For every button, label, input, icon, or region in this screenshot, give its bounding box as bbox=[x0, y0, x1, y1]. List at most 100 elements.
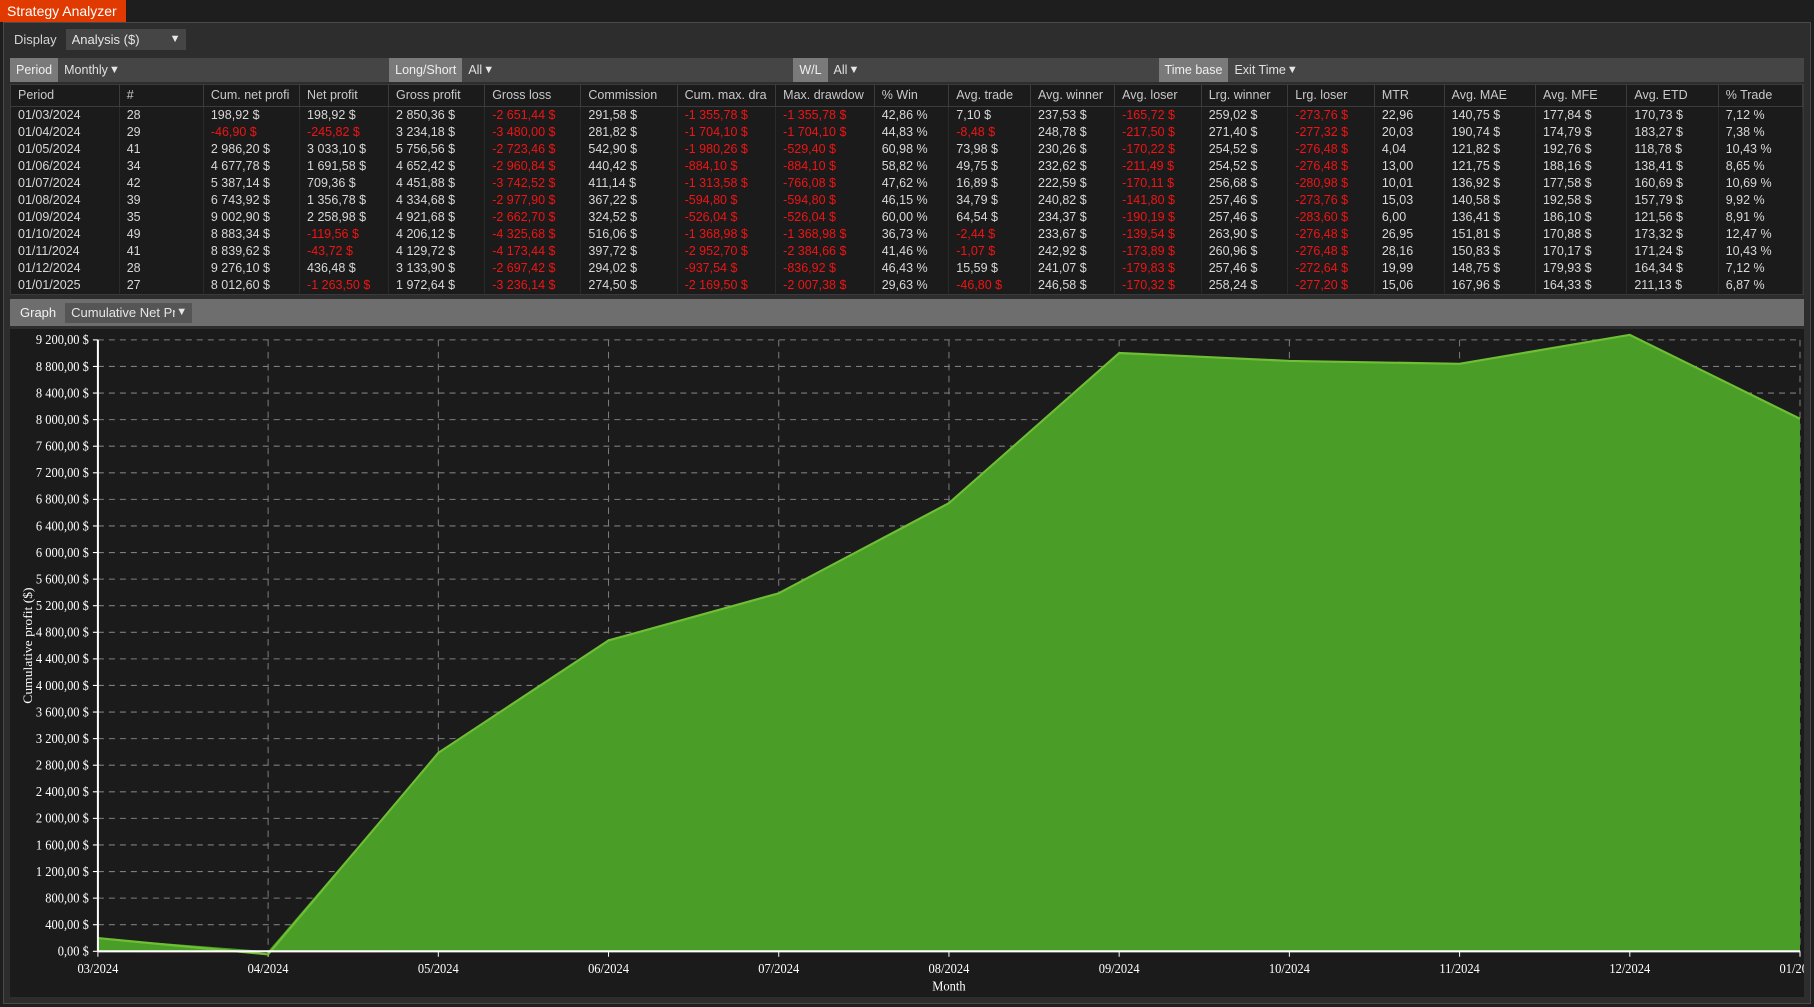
table-row[interactable]: 01/03/2024 28 198,92 $198,92 $2 850,36 $ -2… bbox=[11, 106, 1803, 124]
table-column-header-1[interactable]: # bbox=[119, 85, 204, 107]
cumulative-net-profit-chart[interactable]: 0,00 $ 400,00 $ 800,00 $ 1 200,00 $ 1 600,00… bbox=[10, 329, 1804, 997]
table-cell: -277,20 $ bbox=[1287, 277, 1375, 294]
table-cell: 294,02 $ bbox=[580, 260, 678, 277]
display-select[interactable]: Analysis ($) ▼ bbox=[65, 28, 186, 50]
window-tab-strategy-analyzer[interactable]: Strategy Analyzer bbox=[0, 0, 126, 22]
table-cell: 12,47 % bbox=[1718, 226, 1803, 243]
table-cell: 171,24 $ bbox=[1626, 243, 1719, 260]
table-body: 01/03/2024 28 198,92 $198,92 $2 850,36 $ -2… bbox=[11, 106, 1803, 294]
x-axis-tick-label: 09/2024 bbox=[1099, 961, 1140, 977]
period-select[interactable]: Monthly ▼ bbox=[58, 58, 390, 82]
table-column-header-15[interactable]: MTR bbox=[1374, 85, 1445, 107]
table-cell: 15,06 bbox=[1374, 277, 1445, 294]
table-row[interactable]: 01/08/2024 39 6 743,92 $1 356,78 $4 334,68… bbox=[11, 192, 1803, 209]
table-cell: -1 313,58 $ bbox=[677, 175, 777, 192]
table-cell: 47,62 % bbox=[874, 175, 950, 192]
x-axis-title: Month bbox=[932, 978, 966, 994]
table-column-header-11[interactable]: Avg. winner bbox=[1030, 85, 1116, 107]
table-cell: 151,81 $ bbox=[1444, 226, 1536, 243]
table-cell: -245,82 $ bbox=[299, 124, 390, 141]
table-cell: 9 276,10 $ bbox=[203, 260, 301, 277]
x-axis-tick-label: 08/2024 bbox=[929, 961, 970, 977]
timebase-select[interactable]: Exit Time ▼ bbox=[1228, 58, 1804, 82]
table-column-header-2[interactable]: Cum. net profi bbox=[203, 85, 301, 107]
table-row[interactable]: 01/06/2024 34 4 677,78 $1 691,58 $4 652,42… bbox=[11, 158, 1803, 175]
table-cell: 10,69 % bbox=[1718, 175, 1803, 192]
graph-type-select[interactable]: Cumulative Net Profit ▼ bbox=[65, 302, 193, 323]
table-column-header-17[interactable]: Avg. MFE bbox=[1535, 85, 1628, 107]
table-cell: 36,73 % bbox=[874, 226, 950, 243]
table-cell: 41 bbox=[119, 141, 204, 158]
table-column-header-14[interactable]: Lrg. loser bbox=[1287, 85, 1375, 107]
x-axis-tick-label: 05/2024 bbox=[418, 961, 459, 977]
table-column-header-13[interactable]: Lrg. winner bbox=[1201, 85, 1289, 107]
table-column-header-8[interactable]: Max. drawdow bbox=[775, 85, 875, 107]
table-row[interactable]: 01/10/2024 49 8 883,34 $ -119,56 $4 206,12 … bbox=[11, 226, 1803, 243]
table-cell: 01/04/2024 bbox=[11, 124, 120, 141]
table-cell: -594,80 $ bbox=[775, 192, 875, 209]
table-cell: -884,10 $ bbox=[677, 158, 777, 175]
table-row[interactable]: 01/09/2024 35 9 002,90 $2 258,98 $4 921,68… bbox=[11, 209, 1803, 226]
table-cell: 167,96 $ bbox=[1444, 277, 1536, 294]
y-axis-tick-label: 7 600,00 $ bbox=[36, 438, 89, 454]
table-row[interactable]: 01/07/2024 42 5 387,14 $709,36 $4 451,88 $… bbox=[11, 175, 1803, 192]
table-column-header-9[interactable]: % Win bbox=[874, 85, 950, 107]
table-cell: 64,54 $ bbox=[948, 209, 1032, 226]
display-toolbar: Display Analysis ($) ▼ bbox=[4, 23, 1810, 55]
table-cell: 01/12/2024 bbox=[11, 260, 120, 277]
table-cell: -937,54 $ bbox=[677, 260, 777, 277]
table-cell: -1 368,98 $ bbox=[677, 226, 777, 243]
table-cell: 4 677,78 $ bbox=[203, 158, 301, 175]
table-cell: 140,75 $ bbox=[1444, 106, 1536, 124]
table-cell: 9 002,90 $ bbox=[203, 209, 301, 226]
y-axis-tick-label: 6 000,00 $ bbox=[36, 544, 89, 560]
table-column-header-16[interactable]: Avg. MAE bbox=[1444, 85, 1536, 107]
table-column-header-10[interactable]: Avg. trade bbox=[948, 85, 1032, 107]
table-cell: 27 bbox=[119, 277, 204, 294]
table-cell: 01/05/2024 bbox=[11, 141, 120, 158]
table-column-header-7[interactable]: Cum. max. dra bbox=[677, 85, 777, 107]
table-cell: -173,89 $ bbox=[1114, 243, 1202, 260]
table-row[interactable]: 01/05/2024 41 2 986,20 $3 033,10 $5 756,56… bbox=[11, 141, 1803, 158]
table-cell: 1 691,58 $ bbox=[299, 158, 390, 175]
table-column-header-19[interactable]: % Trade bbox=[1718, 85, 1803, 107]
table-cell: 42 bbox=[119, 175, 204, 192]
table-column-header-4[interactable]: Gross profit bbox=[388, 85, 486, 107]
table-row[interactable]: 01/12/2024 28 9 276,10 $436,48 $3 133,90 $… bbox=[11, 260, 1803, 277]
chevron-down-icon: ▼ bbox=[176, 306, 188, 318]
table-cell: 10,43 % bbox=[1718, 243, 1803, 260]
table-cell: -2 697,42 $ bbox=[484, 260, 582, 277]
table-cell: -46,90 $ bbox=[203, 124, 301, 141]
table-cell: 01/06/2024 bbox=[11, 158, 120, 175]
table-cell: -1 368,98 $ bbox=[775, 226, 875, 243]
winloss-select[interactable]: All ▼ bbox=[827, 58, 1159, 82]
chevron-down-icon: ▼ bbox=[848, 63, 860, 76]
table-row[interactable]: 01/01/2025 27 8 012,60 $ -1 263,50 $1 972,6… bbox=[11, 277, 1803, 294]
table-cell: 177,84 $ bbox=[1535, 106, 1628, 124]
table-cell: 281,82 $ bbox=[580, 124, 678, 141]
table-column-header-3[interactable]: Net profit bbox=[299, 85, 390, 107]
title-bar: Strategy Analyzer bbox=[0, 0, 1814, 22]
table-cell: 242,92 $ bbox=[1030, 243, 1116, 260]
longshort-select[interactable]: All ▼ bbox=[462, 58, 794, 82]
table-cell: -276,48 $ bbox=[1287, 226, 1375, 243]
table-column-header-5[interactable]: Gross loss bbox=[484, 85, 582, 107]
table-header-row: Period # Cum. net profi Net profit Gross pro… bbox=[11, 85, 1803, 107]
table-column-header-0[interactable]: Period bbox=[11, 85, 120, 107]
table-column-header-18[interactable]: Avg. ETD bbox=[1626, 85, 1719, 107]
table-cell: -170,22 $ bbox=[1114, 141, 1202, 158]
table-column-header-12[interactable]: Avg. loser bbox=[1114, 85, 1202, 107]
table-cell: 29,63 % bbox=[874, 277, 950, 294]
table-cell: -4 325,68 $ bbox=[484, 226, 582, 243]
table-cell: 198,92 $ bbox=[203, 106, 301, 124]
analysis-table-container[interactable]: Period # Cum. net profi Net profit Gross pro… bbox=[10, 84, 1804, 295]
table-cell: -43,72 $ bbox=[299, 243, 390, 260]
table-cell: 28 bbox=[119, 106, 204, 124]
x-axis-tick-label: 03/2024 bbox=[77, 961, 118, 977]
table-cell: 192,58 $ bbox=[1535, 192, 1628, 209]
table-column-header-6[interactable]: Commission bbox=[580, 85, 678, 107]
table-row[interactable]: 01/04/2024 29 -46,90 $ -245,82 $3 234,18 $ -… bbox=[11, 124, 1803, 141]
table-cell: 28,16 bbox=[1374, 243, 1445, 260]
table-cell: 42,86 % bbox=[874, 106, 950, 124]
table-row[interactable]: 01/11/2024 41 8 839,62 $ -43,72 $4 129,72 $… bbox=[11, 243, 1803, 260]
